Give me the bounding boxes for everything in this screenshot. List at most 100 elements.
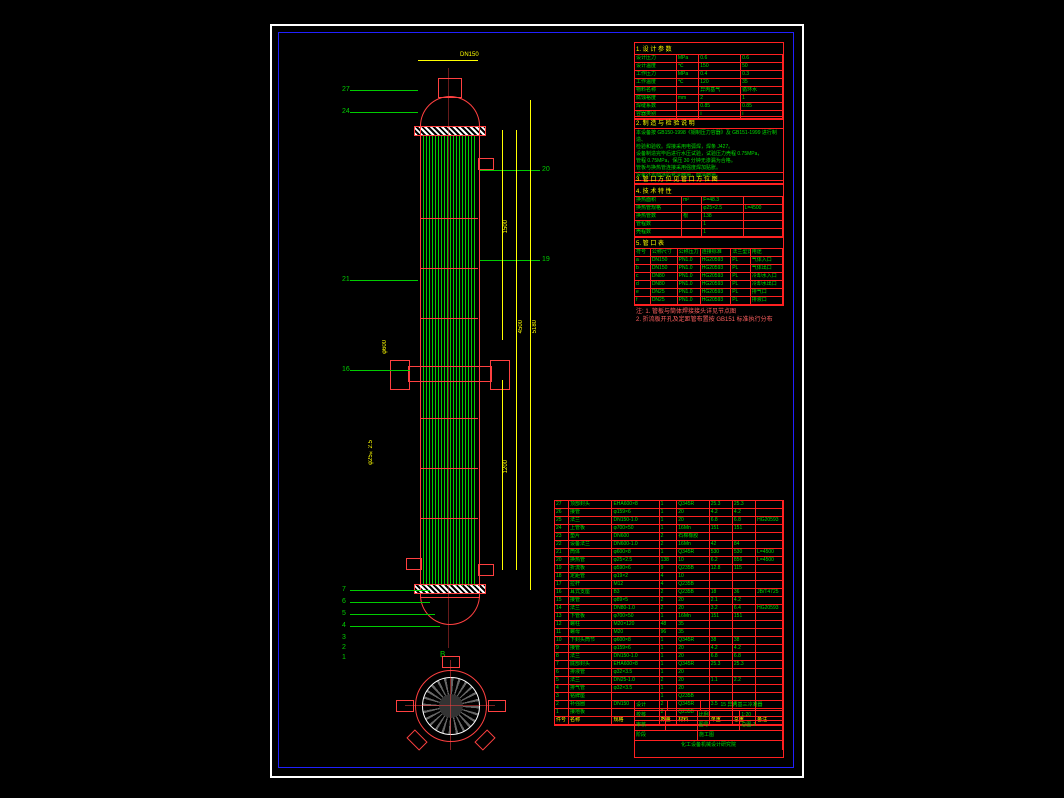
title-block: 设计 15 异丙基三冷凝器 校核 比例 1:20 审核 图号 总图-1 阶段 施… [634,700,784,758]
leader [480,260,540,261]
dwg-no: 总图-1 [740,721,783,730]
leader [480,170,540,171]
nozzle-d [478,564,494,576]
leader [350,614,435,615]
bom-row: 4排气管φ32×3.5120 [555,685,783,693]
mfg-note-line: 管程 0.75MPa，保压 30 分钟无渗漏为合格。 [636,158,782,165]
bom-row: 8法兰DN150-1.01206.86.8 [555,653,783,661]
bom-row: 22设备法兰DN600-1.0216Mn4284 [555,541,783,549]
mfg-note-line: 设备制造完毕后进行水压试验，试验压力壳程 0.75MPa， [636,151,782,158]
nozzle-header: 符号公称尺寸公称压力连接标准法兰型式用途 [635,249,783,257]
bom-row: 23垫片DN6002石棉橡胶 [555,533,783,541]
red-notes: 注: 1. 管板与筒体焊接接头详见节点图 2. 折流板开孔及定距管布置按 GB1… [636,308,784,324]
dim-tube-label: φ25×2.5 [368,440,374,465]
callout-27: 27 [342,86,350,93]
section3: 3. 管 口 方 位 见 管 口 方 位 图 [634,172,784,184]
dim-overall-label: 5180 [532,320,538,333]
leader [350,626,440,627]
bom-row: 5法兰DN25-1.02201.12.2 [555,677,783,685]
callout-20: 20 [542,166,550,173]
bom-row: 19折流板φ590×69Q235B12.8115 [555,565,783,573]
plan-nozzle-top [442,656,460,668]
tech-row: 换热管规格φ25×2.5L=4500 [635,205,783,213]
bom-row: 12螺柱M20×1204835 [555,621,783,629]
leader [350,112,418,113]
bom-row: 13下管板φ700×50116Mn151151 [555,613,783,621]
bom-row: 11螺母M209635 [555,629,783,637]
callout-2: 2 [342,644,346,651]
nozzle-side [406,558,422,570]
note2: 2. 折流板开孔及定距管布置按 GB151 标准执行分布 [636,316,784,324]
bom-row: 14法兰DN80-1.02203.26.4HG20593 [555,605,783,613]
design-row: 腐蚀裕度mm21 [635,95,783,103]
callout-4: 4 [342,622,346,629]
mfg-note-line: 管板与换热管连接采用强度焊加贴胀。 [636,165,782,172]
top-head [420,96,480,127]
lug-support-left [390,360,410,390]
design-row: 设计温度℃15050 [635,63,783,71]
bom-row: 26接管φ159×61204.24.2 [555,509,783,517]
callout-24: 24 [342,108,350,115]
mfg-note-line: 本设备按 GB150-1998《钢制压力容器》及 GB151-1999 进行制造… [636,130,782,144]
company: 化工设备机械设计研究院 [635,741,783,750]
drawing-sheet: 27 24 21 16 7 6 5 4 3 2 1 20 19 5180 450… [290,40,786,760]
callout-19: 19 [542,256,550,263]
design-row: 工作压力MPa0.40.3 [635,71,783,79]
cad-viewport[interactable]: 27 24 21 16 7 6 5 4 3 2 1 20 19 5180 450… [0,0,1064,798]
tech-row: 管程数1 [635,221,783,229]
baffle [420,418,478,419]
mfg-note-line: 检验和验收。焊接采用电弧焊，焊条 J427。 [636,144,782,151]
vessel-elevation [390,68,510,628]
nozzle-row: bDN150PN1.0HG20593PL气体出口 [635,265,783,273]
callout-16: 16 [342,366,350,373]
section2-title: 2. 制 造 与 检 验 说 明 [635,117,783,129]
section5-title: 5. 管 口 表 [635,237,783,249]
leader [350,280,418,281]
bom-row: 9接管φ159×61204.24.2 [555,645,783,653]
callout-5: 5 [342,610,346,617]
bom-row: 17拉杆M124Q235B [555,581,783,589]
plan-nozzle-br [474,729,495,750]
bom-row: 25法兰DN150-1.01206.86.8HG20593 [555,517,783,525]
leader [350,370,410,371]
callout-3: 3 [342,634,346,641]
stage: 施工图 [698,731,783,740]
baffle [420,468,478,469]
tech-row: 换热面积m²F=48.3 [635,197,783,205]
bom-row: 16耳式支座B32Q235B1836JB/T4725 [555,589,783,597]
dim-lower [502,380,503,570]
plan-nozzle-l [396,700,414,712]
bottom-tubesheet-flange [414,584,486,594]
callout-1: 1 [342,654,346,661]
design-row: 焊缝系数0.850.85 [635,103,783,111]
leader [350,590,430,591]
bom-row: 24上管板φ700×50116Mn151151 [555,525,783,533]
nozzle-row: cDN80PN1.0HG20593PL冷却水入口 [635,273,783,281]
plan-cl-h [405,705,495,706]
nozzle-c [478,158,494,170]
centerline-v [448,68,449,648]
baffle [420,218,478,219]
bom-row: 15接管φ89×52202.14.2 [555,597,783,605]
note1: 注: 1. 管板与筒体焊接接头详见节点图 [636,308,784,316]
nozzle-table: 5. 管 口 表 符号公称尺寸公称压力连接标准法兰型式用途aDN150PN1.0… [634,236,784,306]
dim-shell [516,130,517,570]
plan-tubesheet [422,677,480,735]
design-row: 工作温度℃12035 [635,79,783,87]
bom-row: 10下封头筒节φ600×81Q345R3838 [555,637,783,645]
callout-7: 7 [342,586,346,593]
bom-row: 20换热管φ25×2.5138106.2856L=4500 [555,557,783,565]
bom-row: 7底部封头EHA600×81Q345R25.325.3 [555,661,783,669]
nozzle-row: dDN80PN1.0HG20593PL冷却水出口 [635,281,783,289]
baffle [420,318,478,319]
callout-6: 6 [342,598,346,605]
nozzle-row: fDN25PN1.0HG20593PL排液口 [635,297,783,305]
scale: 1:20 [740,711,783,720]
design-row: 物料名称异丙基气循环水 [635,87,783,95]
bom-table: 27顶部封头EHA600×81Q345R25.325.326接管φ159×612… [554,500,784,726]
baffle [420,518,478,519]
plan-nozzle-r [488,700,506,712]
dim-dia-label: φ600 [382,340,388,354]
section1-title: 1. 设 计 参 数 [635,43,783,55]
bom-row: 18定距管φ19×2410 [555,573,783,581]
